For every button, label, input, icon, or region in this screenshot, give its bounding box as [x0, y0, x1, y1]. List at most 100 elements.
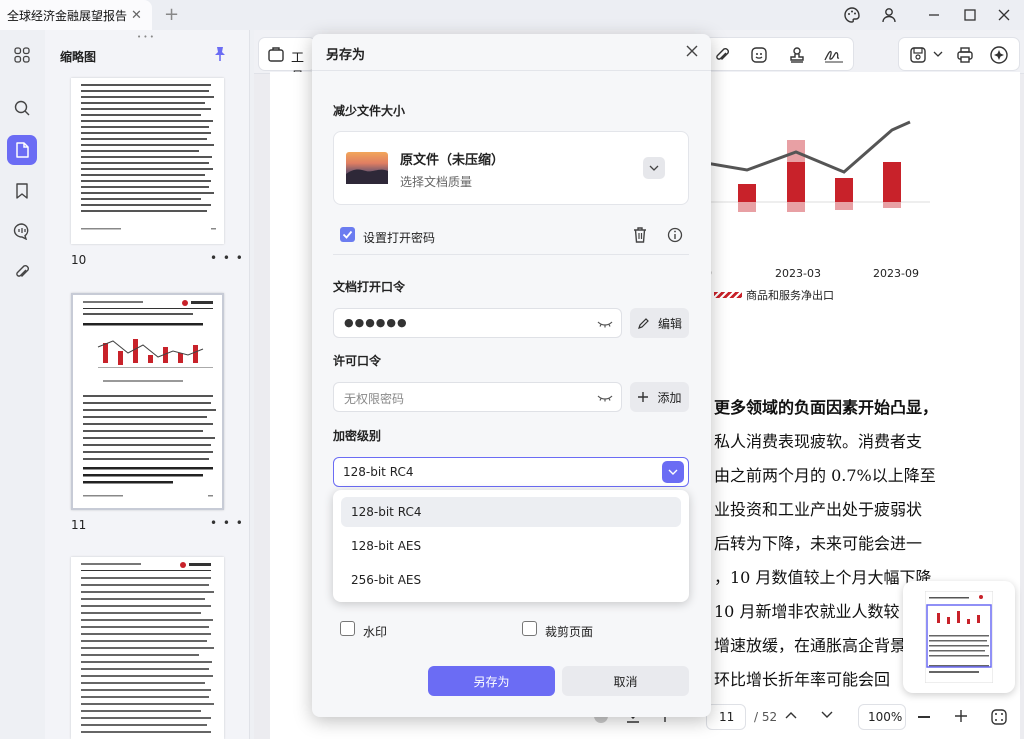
hide-password-icon[interactable] — [597, 320, 613, 328]
title-bar — [0, 0, 1024, 30]
encryption-option-aes128[interactable]: 128-bit AES — [341, 531, 681, 561]
encryption-heading: 加密级别 — [333, 429, 382, 443]
crop-page-checkbox[interactable] — [522, 621, 537, 636]
page-11-more-icon[interactable]: • • • — [210, 516, 244, 530]
page-number-input[interactable]: 11 — [706, 704, 746, 730]
ai-assistant-icon[interactable] — [989, 45, 1009, 65]
crop-page-label: 裁剪页面 — [545, 625, 594, 639]
quality-title: 原文件（未压缩） — [400, 153, 505, 168]
page-thumbnail-10[interactable] — [71, 78, 224, 244]
page-total: / 52 — [754, 710, 778, 724]
zoom-out-icon[interactable] — [918, 716, 930, 718]
encryption-option-aes256[interactable]: 256-bit AES — [341, 565, 681, 595]
chart-bar-2 — [787, 162, 805, 202]
open-password-heading: 文档打开口令 — [333, 280, 406, 294]
encryption-option-rc4[interactable]: 128-bit RC4 — [341, 497, 681, 527]
maximize-icon[interactable] — [956, 4, 984, 26]
page-thumbnail-12[interactable] — [71, 557, 224, 739]
divider — [333, 254, 689, 255]
body-line-6: ，10 月数值较上个月大幅下降 — [714, 568, 932, 587]
cancel-button[interactable]: 取消 — [562, 666, 689, 696]
thumbnail-panel: • • • 缩略图 10 • • • 11 • • • — [45, 30, 250, 739]
add-permission-button[interactable]: 添加 — [630, 382, 689, 412]
tab-close-icon[interactable]: ✕ — [131, 8, 142, 23]
permission-password-input[interactable]: 无权限密码 — [333, 382, 622, 412]
quality-card[interactable]: 原文件（未压缩） 选择文档质量 — [333, 131, 689, 205]
next-page-icon[interactable] — [820, 710, 834, 720]
chart-bar-3-neg — [835, 202, 853, 210]
watermark-checkbox[interactable] — [340, 621, 355, 636]
legend-label: 商品和服务净出口 — [746, 289, 834, 302]
edit-button-label: 编辑 — [657, 316, 682, 331]
edit-password-button[interactable]: 编辑 — [630, 308, 689, 338]
hide-permission-password-icon[interactable] — [597, 394, 613, 402]
search-icon[interactable] — [7, 93, 37, 123]
delete-password-icon[interactable] — [632, 226, 648, 244]
page-number-11: 11 — [71, 518, 87, 532]
save-options-chevron-icon[interactable] — [933, 50, 943, 58]
quality-thumbnail-image — [346, 152, 388, 184]
open-password-input[interactable]: ●●●●●● — [333, 308, 622, 338]
account-icon[interactable] — [875, 4, 903, 26]
dialog-title: 另存为 — [326, 48, 366, 63]
sticker-icon[interactable] — [750, 46, 768, 64]
open-password-value: ●●●●●● — [344, 316, 408, 329]
page-minimap[interactable] — [903, 581, 1015, 693]
save-as-dialog: 另存为 减少文件大小 原文件（未压缩） 选择文档质量 设置打开密码 文档打开口令… — [312, 34, 711, 717]
attachment-icon[interactable] — [7, 257, 37, 287]
set-password-label: 设置打开密码 — [363, 231, 436, 245]
chart-bar-1-neg — [738, 202, 756, 212]
tab-title: 全球经济金融展望报告 — [7, 9, 128, 23]
signature-icon[interactable] — [823, 46, 845, 64]
chart-bar-4-neg — [883, 202, 901, 208]
dialog-close-icon[interactable] — [685, 44, 699, 58]
new-tab-button[interactable]: + — [164, 4, 179, 25]
attach-file-icon[interactable] — [713, 46, 731, 64]
chart-fragment — [700, 120, 930, 212]
body-line-2: 私人消费表现疲软。消费者支 — [714, 432, 923, 451]
bookmark-icon[interactable] — [7, 176, 37, 206]
encryption-chevron-icon[interactable] — [662, 461, 684, 483]
encryption-select[interactable]: 128-bit RC4 — [333, 457, 689, 487]
save-icon[interactable] — [909, 46, 927, 64]
body-line-8: 增速放缓，在通胀高企背景 — [714, 636, 907, 655]
page-10-more-icon[interactable]: • • • — [210, 251, 244, 265]
tools-toolbar[interactable]: 工具 — [258, 37, 316, 85]
chart-bars — [738, 140, 901, 212]
info-icon[interactable] — [667, 227, 683, 243]
set-password-checkbox[interactable] — [340, 227, 355, 242]
document-tab[interactable]: 全球经济金融展望报告 ✕ — [0, 0, 152, 30]
comment-icon[interactable] — [7, 216, 37, 246]
chart-tick-3: 2023-09 — [873, 267, 919, 280]
minimize-icon[interactable] — [920, 4, 948, 26]
close-window-icon[interactable] — [990, 4, 1018, 26]
grid-view-icon[interactable] — [7, 40, 37, 70]
quality-dropdown-chevron-icon[interactable] — [643, 157, 665, 179]
body-line-9: 环比增长折年率可能会回 — [714, 670, 891, 689]
theme-palette-icon[interactable] — [838, 4, 866, 26]
stamp-icon[interactable] — [788, 46, 806, 64]
pin-icon[interactable] — [213, 46, 227, 62]
body-line-1: 更多领域的负面因素开始凸显， — [714, 398, 939, 417]
full-screen-icon[interactable] — [990, 708, 1008, 726]
thumbnails-page-icon[interactable] — [7, 135, 37, 165]
panel-resize-handle[interactable]: • • • — [137, 33, 154, 41]
zoom-in-icon[interactable] — [954, 709, 968, 723]
chart-bar-3 — [835, 178, 853, 202]
permission-placeholder: 无权限密码 — [344, 392, 405, 406]
save-as-button[interactable]: 另存为 — [428, 666, 555, 696]
thumbnails-title: 缩略图 — [60, 50, 97, 64]
annotate-toolbar — [704, 37, 854, 71]
previous-page-icon[interactable] — [784, 710, 798, 720]
print-icon[interactable] — [956, 46, 974, 64]
encryption-selected-value: 128-bit RC4 — [343, 465, 414, 479]
zoom-level[interactable]: 100% — [858, 704, 906, 730]
encryption-dropdown-menu: 128-bit RC4 128-bit AES 256-bit AES — [333, 490, 689, 602]
file-toolbar — [898, 37, 1020, 71]
edit-pencil-icon — [638, 317, 649, 329]
body-line-7: 10 月新增非农就业人数较 — [714, 602, 900, 621]
permission-heading: 许可口令 — [333, 354, 382, 368]
page-thumbnail-11[interactable] — [71, 293, 224, 510]
chart-tick-2: 2023-03 — [775, 267, 821, 280]
chart-bar-1 — [738, 184, 756, 202]
